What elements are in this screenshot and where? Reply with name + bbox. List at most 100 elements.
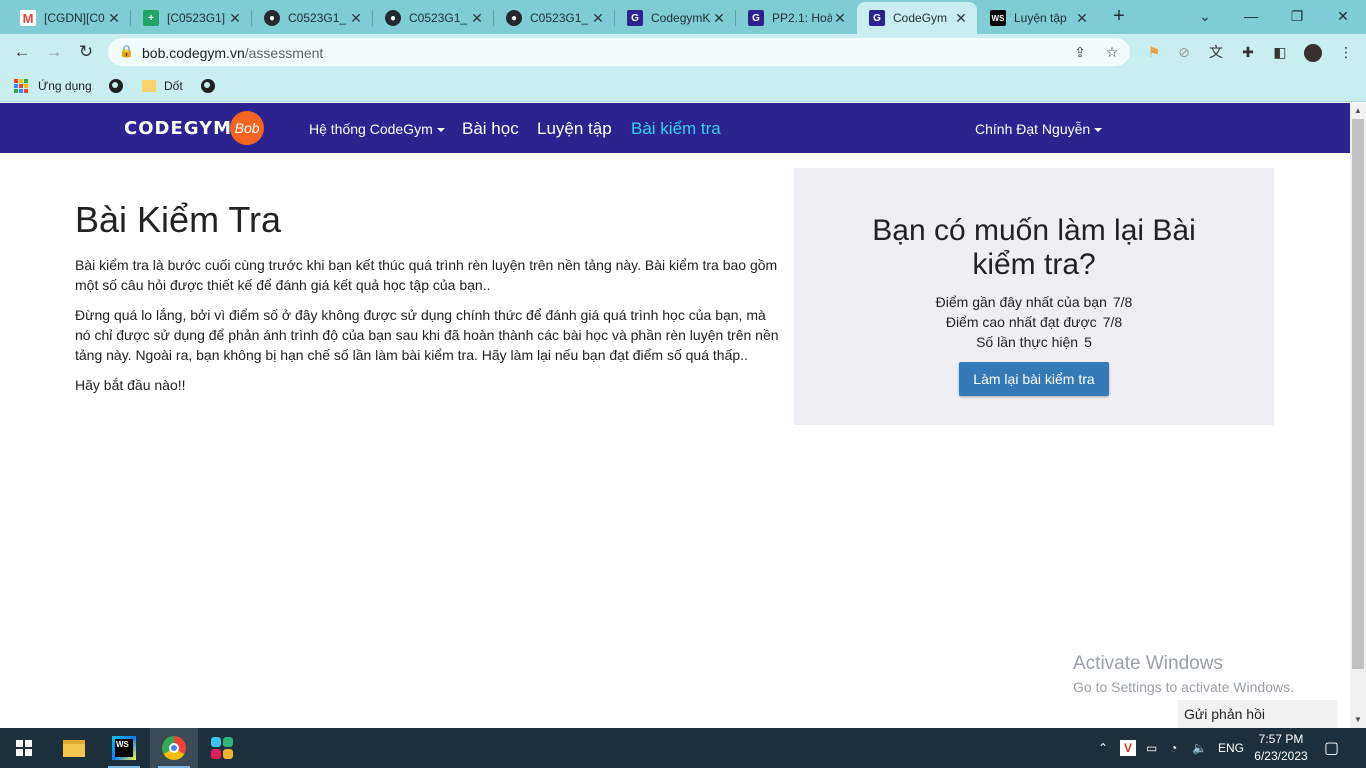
back-button[interactable]: ←: [10, 40, 34, 64]
retry-heading: Bạn có muốn làm lại Bài kiểm tra?: [872, 214, 1196, 281]
retry-assessment-button[interactable]: Làm lại bài kiểm tra: [959, 362, 1109, 396]
close-icon[interactable]: ✕: [953, 10, 969, 27]
tab-github-1[interactable]: ● C0523G1_ ✕: [252, 2, 372, 34]
bookmark-folder-dot[interactable]: Dốt: [142, 77, 183, 95]
nav-lessons[interactable]: Bài học: [462, 119, 519, 139]
bookmark-globe-2[interactable]: [201, 77, 215, 95]
minimize-button[interactable]: —: [1228, 0, 1274, 34]
tab-title: CodegymK: [651, 11, 711, 25]
slack-icon: [211, 737, 233, 759]
chrome-icon: [162, 736, 186, 760]
page-title: Bài Kiểm Tra: [75, 199, 282, 240]
tab-sheets[interactable]: + [C0523G1] ✕: [131, 2, 251, 34]
browser-toolbar: ← → ↻ 🔒 bob.codegym.vn/assessment ⇪ ☆ ⚑ …: [0, 34, 1366, 70]
extensions-puzzle-icon[interactable]: ✚: [1238, 42, 1258, 62]
restore-button[interactable]: ❐: [1274, 0, 1320, 34]
translate-icon[interactable]: 文: [1206, 42, 1226, 62]
sheets-icon: +: [143, 10, 159, 26]
nav-practice[interactable]: Luyện tập: [537, 119, 612, 139]
github-icon: ●: [385, 10, 401, 26]
intro-paragraph-3: Hãy bắt đầu nào!!: [75, 377, 186, 393]
tab-github-2[interactable]: ● C0523G1_ ✕: [373, 2, 493, 34]
clock[interactable]: 7:57 PM 6/23/2023: [1250, 731, 1312, 765]
profile-avatar[interactable]: [1302, 42, 1324, 64]
close-icon[interactable]: ✕: [1074, 10, 1090, 27]
nav-assessment[interactable]: Bài kiểm tra: [631, 119, 721, 139]
close-window-button[interactable]: ✕: [1320, 0, 1366, 34]
bookmark-label: Dốt: [164, 79, 183, 93]
attempts-count: Số lần thực hiện 5: [794, 332, 1274, 352]
antivirus-tray-icon[interactable]: V: [1120, 728, 1136, 768]
nav-system-dropdown[interactable]: Hệ thống CodeGym: [309, 121, 445, 137]
battery-icon[interactable]: ▭: [1146, 728, 1157, 768]
url-path: /assessment: [244, 45, 324, 61]
tab-title: C0523G1_: [530, 11, 589, 25]
close-icon[interactable]: ✕: [590, 10, 606, 27]
close-icon[interactable]: ✕: [832, 10, 848, 27]
activate-subtitle: Go to Settings to activate Windows.: [1073, 679, 1294, 695]
forward-button[interactable]: →: [42, 40, 66, 64]
volume-icon[interactable]: 🔈: [1192, 728, 1207, 768]
github-icon: ●: [264, 10, 280, 26]
windows-taskbar: WS ⌃ V ▭ ◔ 🔈 ENG 7:57 PM 6/23/2023 ▢: [0, 728, 1366, 768]
lock-icon[interactable]: 🔒: [119, 44, 134, 58]
new-tab-button[interactable]: +: [1108, 5, 1130, 27]
tab-gmail[interactable]: M [CGDN][C0 ✕: [8, 2, 130, 34]
show-hidden-icons-chevron-icon[interactable]: ⌃: [1098, 728, 1108, 768]
codegym-logo[interactable]: CODEGYM Bob: [124, 111, 265, 145]
menu-kebab-icon[interactable]: ⋮: [1336, 42, 1356, 62]
scrollbar-thumb[interactable]: [1352, 119, 1364, 669]
activate-windows-watermark: Activate Windows Go to Settings to activ…: [1073, 653, 1294, 695]
extension-disabled-icon[interactable]: ⊘: [1174, 42, 1194, 62]
notifications-icon[interactable]: ▢: [1324, 728, 1339, 768]
input-language[interactable]: ENG: [1218, 728, 1244, 768]
tab-codegym-k[interactable]: G CodegymK ✕: [615, 2, 735, 34]
bookmark-label: Ứng dụng: [38, 79, 92, 93]
bookmark-apps[interactable]: Ứng dụng: [14, 77, 92, 95]
webstorm-icon: WS: [990, 10, 1006, 26]
tab-pp21[interactable]: G PP2.1: Hoà ✕: [736, 2, 856, 34]
tab-github-3[interactable]: ● C0523G1_ ✕: [494, 2, 614, 34]
taskbar-file-explorer[interactable]: [50, 728, 98, 768]
scroll-down-icon[interactable]: ▼: [1350, 712, 1366, 728]
globe-icon: [109, 79, 123, 93]
user-menu-dropdown[interactable]: Chính Đạt Nguyễn: [975, 121, 1103, 137]
address-bar[interactable]: 🔒 bob.codegym.vn/assessment ⇪ ☆: [108, 38, 1130, 66]
folder-icon: [142, 80, 156, 92]
share-icon[interactable]: ⇪: [1070, 42, 1090, 62]
taskbar-webstorm[interactable]: WS: [100, 728, 148, 768]
taskbar-slack[interactable]: [198, 728, 246, 768]
taskbar-chrome[interactable]: [150, 728, 198, 768]
reload-button[interactable]: ↻: [74, 40, 98, 64]
caret-down-icon: [436, 128, 445, 133]
close-icon[interactable]: ✕: [469, 10, 485, 27]
scroll-up-icon[interactable]: ▲: [1350, 103, 1366, 119]
bookmark-star-icon[interactable]: ☆: [1102, 42, 1122, 62]
retry-panel: Bạn có muốn làm lại Bài kiểm tra? Điểm g…: [794, 168, 1274, 425]
feedback-button[interactable]: Gửi phản hồi: [1178, 700, 1338, 728]
url-text[interactable]: bob.codegym.vn/assessment: [142, 45, 323, 61]
tab-codegym-active[interactable]: G CodeGym ✕: [857, 2, 977, 34]
tab-title: [CGDN][C0: [44, 11, 105, 25]
site-navbar: CODEGYM Bob Hệ thống CodeGym Bài học Luy…: [0, 103, 1350, 153]
tab-search-icon[interactable]: ⌄: [1182, 0, 1228, 34]
extension-icon[interactable]: ⚑: [1144, 42, 1164, 62]
bookmark-globe-1[interactable]: [109, 77, 123, 95]
page-scrollbar[interactable]: ▲ ▼: [1350, 103, 1366, 728]
codegym-icon: G: [627, 10, 643, 26]
close-icon[interactable]: ✕: [106, 10, 122, 27]
codegym-icon: G: [869, 10, 885, 26]
tab-luyen-tap[interactable]: WS Luyện tập ✕: [978, 2, 1098, 34]
close-icon[interactable]: ✕: [711, 10, 727, 27]
start-button[interactable]: [0, 728, 48, 768]
windows-logo-icon: [16, 740, 32, 756]
close-icon[interactable]: ✕: [227, 10, 243, 27]
wifi-icon[interactable]: ◔: [1170, 728, 1177, 768]
tab-title: [C0523G1]: [167, 11, 226, 25]
latest-score-value: 7/8: [1112, 294, 1133, 310]
close-icon[interactable]: ✕: [348, 10, 364, 27]
side-panel-icon[interactable]: ◧: [1270, 42, 1290, 62]
tab-title: C0523G1_: [288, 11, 347, 25]
tab-title: PP2.1: Hoà: [772, 11, 832, 25]
gmail-icon: M: [20, 10, 36, 26]
